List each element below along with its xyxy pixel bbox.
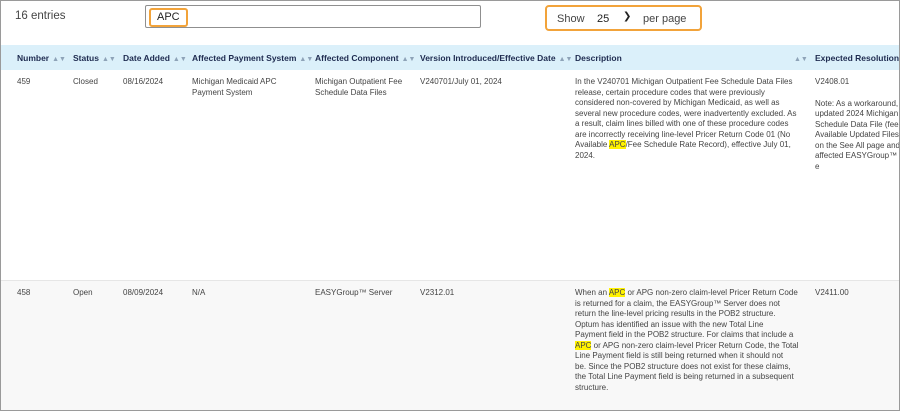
sort-icon[interactable]: ▲▼ — [102, 56, 116, 63]
sort-icon[interactable]: ▲▼ — [52, 56, 66, 63]
page-length-control: Show 25 ❯ per page — [545, 5, 702, 31]
cell-component: Michigan Outpatient Fee Schedule Data Fi… — [315, 77, 403, 97]
length-per-page-label: per page — [643, 13, 687, 25]
sort-icon[interactable]: ▲▼ — [402, 56, 416, 63]
col-expected-resolution[interactable]: Expected Resolution Ti — [815, 53, 899, 63]
cell-description: In the V240701 Michigan Outpatient Fee S… — [575, 77, 797, 160]
length-show-label: Show — [557, 13, 585, 25]
cell-version: V2312.01 — [420, 288, 455, 297]
col-version[interactable]: Version Introduced/Effective Date ▲▼ — [420, 53, 572, 63]
table-header: Number ▲▼ Status ▲▼ Date Added ▲▼ Affected … — [1, 45, 899, 70]
page-length-value[interactable]: 25 — [597, 13, 609, 25]
col-affected-payment-system[interactable]: Affected Payment System ▲▼ — [192, 53, 313, 63]
cell-resolution: V2411.00 — [815, 288, 849, 297]
cell-payment-system: Michigan Medicaid APC Payment System — [192, 77, 277, 97]
cell-date-added: 08/16/2024 — [123, 77, 164, 86]
cell-status: Closed — [73, 77, 98, 86]
search-highlight: APC — [608, 288, 626, 297]
cell-status: Open — [73, 288, 93, 297]
page-length-select[interactable]: 25 ❯ — [589, 10, 635, 26]
cell-number: 458 — [17, 288, 31, 297]
table-frame: 16 entries APC Show 25 ❯ per page Number… — [0, 0, 900, 411]
search-input[interactable]: APC — [145, 5, 481, 28]
col-affected-component[interactable]: Affected Component ▲▼ — [315, 53, 415, 63]
cell-date-added: 08/09/2024 — [123, 288, 164, 297]
sort-icon[interactable]: ▲▼ — [791, 53, 808, 63]
cell-component: EASYGroup™ Server — [315, 288, 393, 297]
sort-icon[interactable]: ▲▼ — [299, 56, 313, 63]
col-status[interactable]: Status ▲▼ — [73, 53, 116, 63]
table-row: 459 Closed 08/16/2024 Michigan Medicaid … — [1, 70, 900, 281]
cell-payment-system: N/A — [192, 288, 206, 297]
cell-version: V240701/July 01, 2024 — [420, 77, 502, 86]
cell-description: When an APC or APG non-zero claim-level … — [575, 288, 799, 392]
entries-count: 16 entries — [15, 10, 66, 22]
col-number[interactable]: Number ▲▼ — [17, 53, 66, 63]
cell-number: 459 — [17, 77, 31, 86]
search-value[interactable]: APC — [149, 8, 188, 27]
col-description[interactable]: Description — [575, 53, 622, 63]
search-highlight: APC — [575, 340, 592, 350]
col-date-added[interactable]: Date Added ▲▼ — [123, 53, 187, 63]
sort-icon[interactable]: ▲▼ — [173, 56, 187, 63]
cell-resolution: V2408.01 Note: As a workaround, updated … — [815, 77, 900, 171]
sort-icon[interactable]: ▲▼ — [559, 56, 573, 63]
search-highlight: APC — [609, 140, 626, 149]
chevron-down-icon[interactable]: ❯ — [623, 11, 631, 22]
table-row: 458 Open 08/09/2024 N/A EASYGroup™ Serve… — [1, 281, 899, 410]
